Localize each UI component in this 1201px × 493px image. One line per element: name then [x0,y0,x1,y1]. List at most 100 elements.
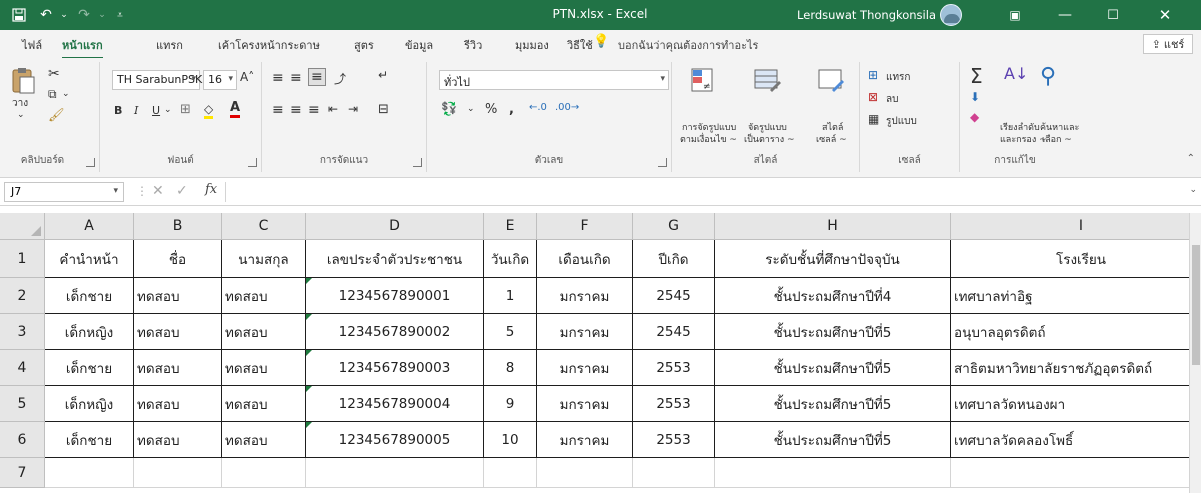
cell-b5[interactable]: ทดสอบ [134,386,222,422]
tab-file[interactable]: ไฟล์ [22,36,42,54]
row-header-2[interactable]: 2 [0,278,45,314]
column-header-e[interactable]: E [484,213,537,240]
cell-c2[interactable]: ทดสอบ [222,278,306,314]
clear-icon[interactable]: ◆ [970,110,979,124]
cell-c4[interactable]: ทดสอบ [222,350,306,386]
column-header-f[interactable]: F [537,213,633,240]
cell-f6[interactable]: มกราคม [537,422,633,458]
cell-h3[interactable]: ชั้นประถมศึกษาปีที่5 [715,314,951,350]
tab-review[interactable]: รีวิว [464,36,482,54]
row-header-7[interactable]: 7 [0,458,45,488]
fill-icon[interactable]: ⬇ [970,90,980,104]
paste-icon[interactable] [8,66,38,94]
clipboard-launcher-icon[interactable]: . [86,158,95,167]
cell-d2[interactable]: 1234567890001 [306,278,484,314]
cell-i2[interactable]: เทศบาลท่าอิฐ [951,278,1201,314]
currency-dropdown-icon[interactable]: ⌄ [467,104,475,114]
row-header-1[interactable]: 1 [0,240,45,278]
cell-h1[interactable]: ระดับชั้นที่ศึกษาปัจจุบัน [715,240,951,278]
cell-i6[interactable]: เทศบาลวัดคลองโพธิ์ [951,422,1201,458]
select-all-button[interactable] [0,213,45,240]
format-as-table-label-2[interactable]: เป็นตาราง ~ [744,132,795,146]
cell-b7[interactable] [134,458,222,488]
user-name[interactable]: Lerdsuwat Thongkonsila [797,8,936,22]
cell-a2[interactable]: เด็กชาย [45,278,134,314]
delete-cells-label[interactable]: ลบ [886,92,898,107]
collapse-ribbon-icon[interactable]: ⌃ [1187,153,1195,164]
font-name-select[interactable]: TH SarabunPSK ▾ [112,70,202,90]
cell-d7[interactable] [306,458,484,488]
borders-icon[interactable]: ⊞ [180,102,191,117]
underline-dropdown-icon[interactable]: ⌄ [164,105,172,115]
column-header-b[interactable]: B [134,213,222,240]
expand-formula-bar-icon[interactable]: ⌄ [1189,185,1197,195]
align-right-icon[interactable]: ≡ [308,102,320,118]
merge-center-icon[interactable]: ⊟ [378,102,389,117]
cell-e7[interactable] [484,458,537,488]
cell-styles-label-2[interactable]: เซลล์ ~ [816,132,847,146]
percent-button[interactable]: % [485,102,497,117]
undo-dropdown-icon[interactable]: ⌄ [58,0,70,30]
cell-d5[interactable]: 1234567890004 [306,386,484,422]
row-header-6[interactable]: 6 [0,422,45,458]
wrap-text-icon[interactable]: ↵ [378,68,388,82]
cell-e6[interactable]: 10 [484,422,537,458]
insert-cells-label[interactable]: แทรก [886,70,910,85]
cell-b4[interactable]: ทดสอบ [134,350,222,386]
cell-g2[interactable]: 2545 [633,278,715,314]
comma-button[interactable]: , [509,102,514,117]
delete-cells-icon[interactable]: ⊠ [868,90,878,104]
autosum-icon[interactable]: Σ [970,64,983,88]
redo-dropdown-icon[interactable]: ⌄ [96,0,108,30]
row-header-5[interactable]: 5 [0,386,45,422]
conditional-formatting-icon[interactable]: ≠ [688,66,718,94]
cell-g7[interactable] [633,458,715,488]
lightbulb-icon[interactable]: 💡 [593,34,609,49]
cell-f4[interactable]: มกราคม [537,350,633,386]
tab-help[interactable]: วิธีใช้ [567,36,593,54]
increase-decimal-icon[interactable]: ←.0 [529,102,547,113]
sort-filter-label-2[interactable]: และกรอง ~ [1000,132,1047,146]
find-select-icon[interactable]: ⚲ [1040,64,1056,89]
cell-e3[interactable]: 5 [484,314,537,350]
avatar[interactable] [940,4,962,26]
row-header-3[interactable]: 3 [0,314,45,350]
cell-h7[interactable] [715,458,951,488]
cell-a7[interactable] [45,458,134,488]
orientation-icon[interactable]: ⤴ [334,70,346,87]
cell-a3[interactable]: เด็กหญิง [45,314,134,350]
cell-g3[interactable]: 2545 [633,314,715,350]
cell-f3[interactable]: มกราคม [537,314,633,350]
cell-c5[interactable]: ทดสอบ [222,386,306,422]
alignment-launcher-icon[interactable]: . [413,158,422,167]
cell-d3[interactable]: 1234567890002 [306,314,484,350]
cell-b2[interactable]: ทดสอบ [134,278,222,314]
share-button[interactable]: ⇪ แชร์ [1143,34,1193,54]
cell-d1[interactable]: เลขประจำตัวประชาชน [306,240,484,278]
cell-g1[interactable]: ปีเกิด [633,240,715,278]
italic-button[interactable]: I [134,104,138,117]
underline-button[interactable]: U [152,104,160,117]
align-middle-icon[interactable]: ≡ [290,70,302,86]
font-size-select[interactable]: 16 ▾ [203,70,237,90]
fill-color-icon[interactable]: ◇ [204,102,214,119]
align-center-icon[interactable]: ≡ [290,102,302,118]
close-icon[interactable]: ✕ [1145,0,1185,30]
tell-me-search[interactable]: บอกฉันว่าคุณต้องการทำอะไร [618,36,758,54]
insert-function-icon[interactable]: fx [205,182,217,197]
cell-i5[interactable]: เทศบาลวัดหนองผา [951,386,1201,422]
tab-page-layout[interactable]: เค้าโครงหน้ากระดาษ [218,36,320,54]
format-as-table-icon[interactable] [752,66,782,94]
cell-f2[interactable]: มกราคม [537,278,633,314]
find-select-label-2[interactable]: เลือก ~ [1042,132,1072,146]
cell-a4[interactable]: เด็กชาย [45,350,134,386]
tab-home[interactable]: หน้าแรก [62,36,103,60]
cancel-icon[interactable]: ✕ [152,183,164,199]
cell-styles-icon[interactable] [816,66,846,94]
cell-c6[interactable]: ทดสอบ [222,422,306,458]
cell-e1[interactable]: วันเกิด [484,240,537,278]
sort-filter-icon[interactable]: A↓ [1004,64,1028,83]
paste-dropdown-icon[interactable]: ⌄ [17,110,25,120]
cell-i4[interactable]: สาธิตมหาวิทยาลัยราชภัฏอุตรดิตถ์ [951,350,1201,386]
cell-i1[interactable]: โรงเรียน [951,240,1201,278]
